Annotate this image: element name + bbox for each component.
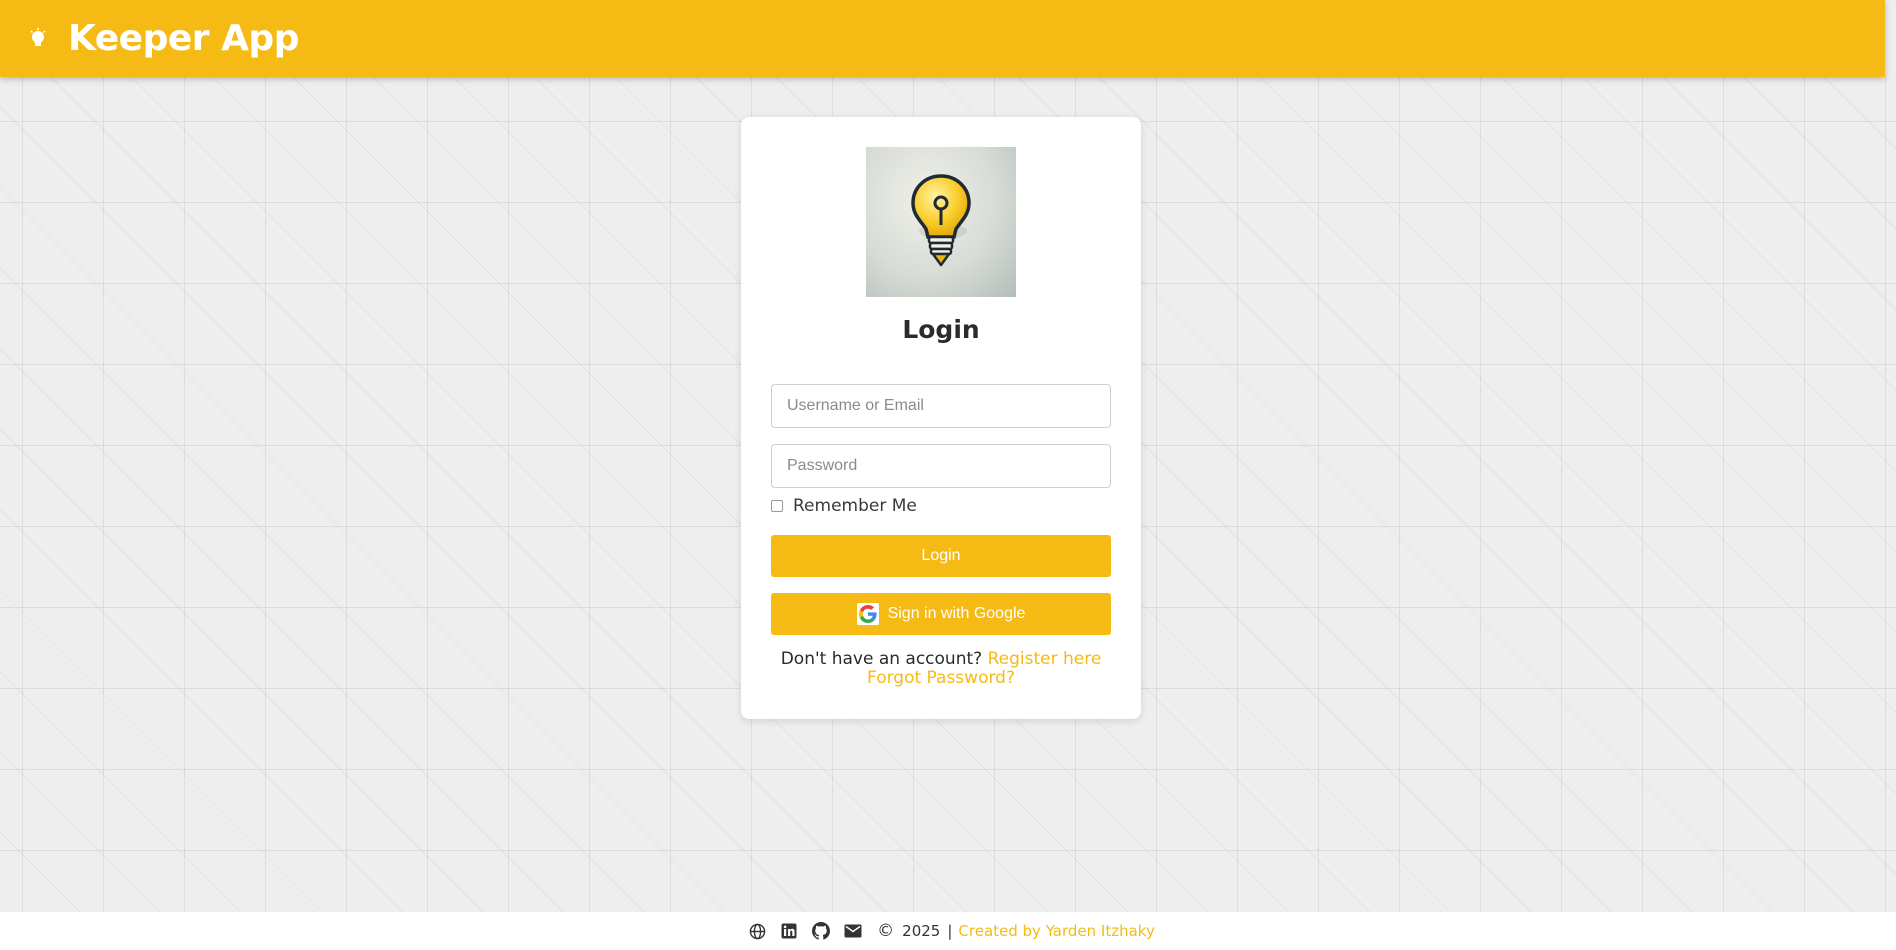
- login-logo: [866, 147, 1016, 297]
- lightbulb-icon: [909, 173, 973, 272]
- login-button-label: Login: [921, 547, 961, 564]
- app-title[interactable]: Keeper App: [68, 18, 299, 59]
- google-icon: [856, 603, 879, 625]
- auth-links: Don't have an account? Register here For…: [741, 650, 1141, 688]
- copyright-year: 2025: [902, 922, 941, 940]
- login-card: Login Remember Me Login Sign in with Goo…: [741, 117, 1141, 719]
- page-footer: © 2025 | Created by Yarden Itzhaky: [0, 912, 1896, 950]
- remember-me-checkbox[interactable]: [771, 500, 783, 512]
- author-credit-link[interactable]: Created by Yarden Itzhaky: [958, 922, 1154, 940]
- app-header: Keeper App: [0, 0, 1885, 77]
- username-input[interactable]: [771, 384, 1111, 428]
- copyright: © 2025 |: [877, 921, 952, 941]
- footer-separator: |: [947, 922, 953, 940]
- linkedin-icon[interactable]: [780, 922, 798, 940]
- google-signin-button[interactable]: Sign in with Google: [771, 593, 1111, 635]
- remember-me-label[interactable]: Remember Me: [793, 496, 917, 516]
- globe-icon[interactable]: [748, 922, 766, 940]
- no-account-text: Don't have an account?: [780, 649, 983, 669]
- copyright-icon: ©: [877, 921, 895, 941]
- email-icon[interactable]: [844, 922, 862, 940]
- password-input[interactable]: [771, 444, 1111, 488]
- login-title: Login: [902, 315, 980, 344]
- forgot-password-link[interactable]: Forgot Password?: [867, 668, 1015, 688]
- register-link[interactable]: Register here: [988, 649, 1102, 669]
- remember-me[interactable]: Remember Me: [771, 496, 917, 516]
- google-button-label: Sign in with Google: [887, 605, 1026, 622]
- login-button[interactable]: Login: [771, 535, 1111, 577]
- github-icon[interactable]: [812, 922, 831, 940]
- lightbulb-icon: [30, 26, 52, 52]
